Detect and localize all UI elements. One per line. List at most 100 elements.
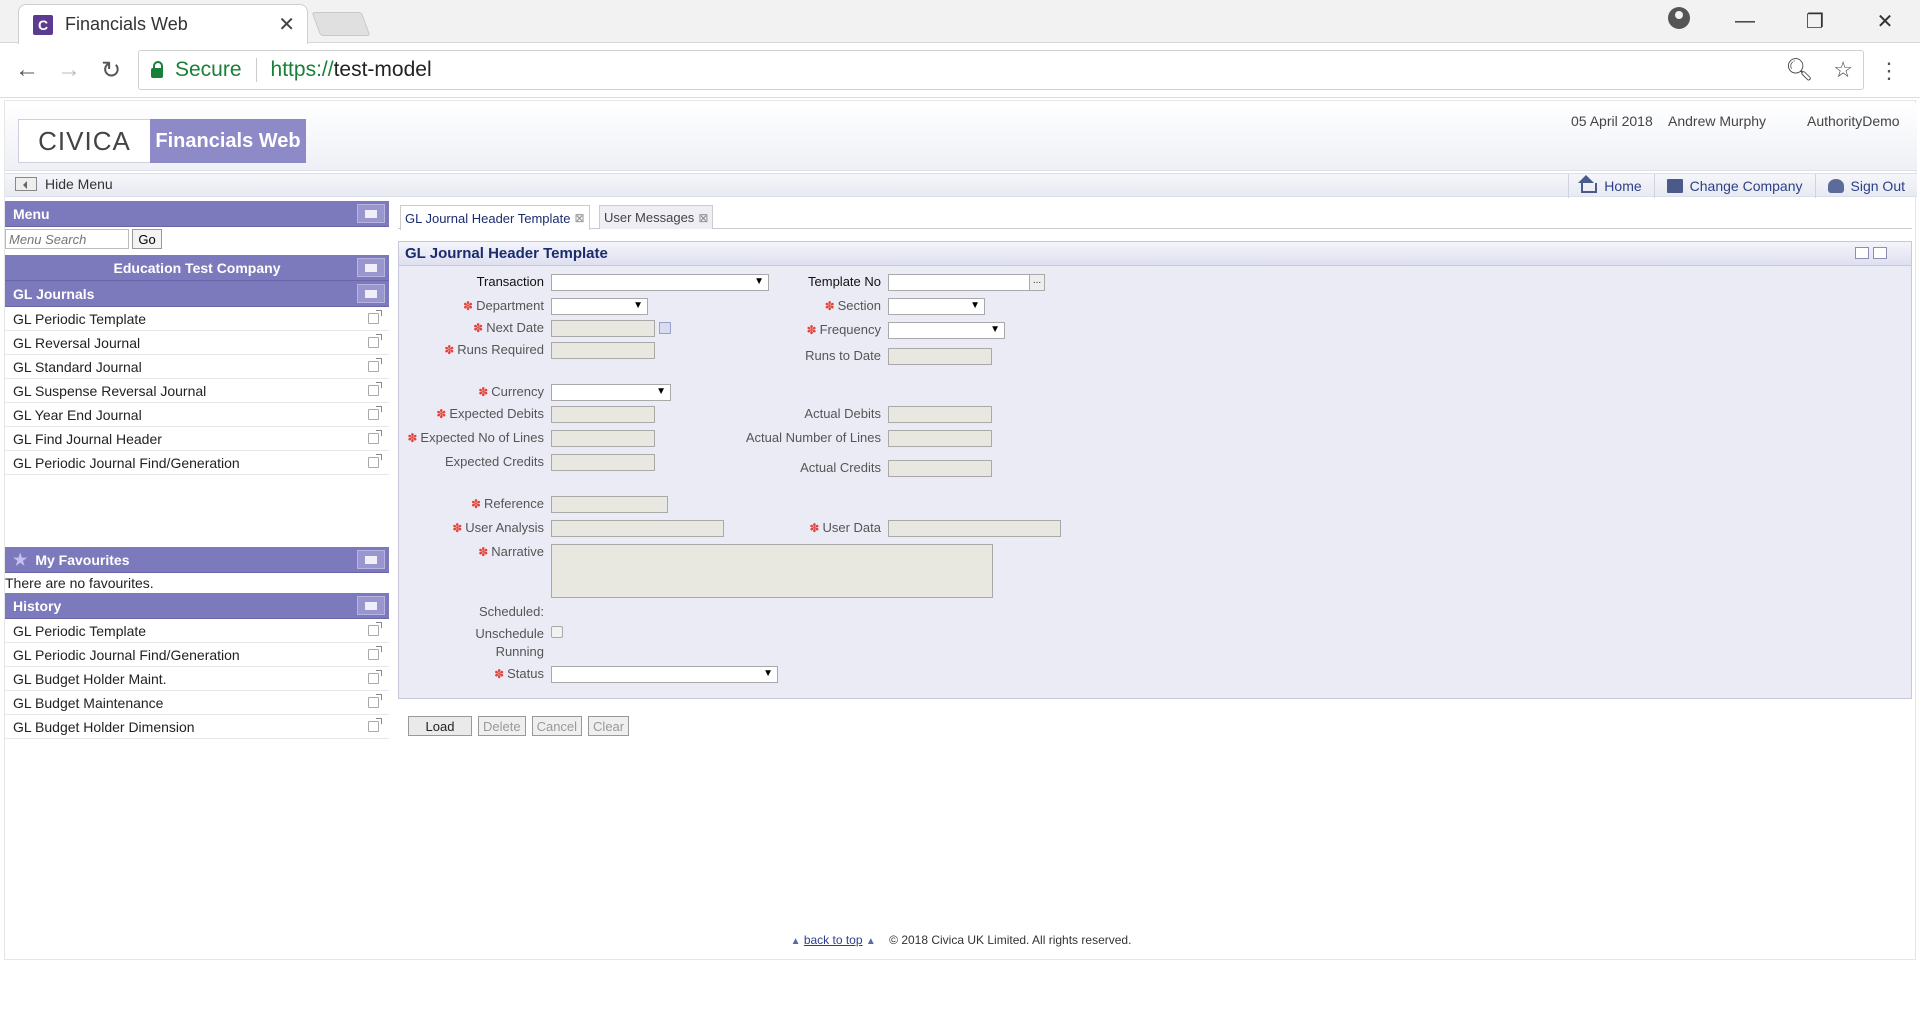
zoom-icon[interactable]: 🔍︎	[1785, 57, 1813, 83]
narrative-label-text: Narrative	[491, 544, 544, 559]
sidebar: Menu Go Education Test Company GL Journa…	[5, 201, 389, 739]
open-new-icon[interactable]	[368, 622, 382, 636]
list-item[interactable]: GL Periodic Journal Find/Generation	[5, 451, 389, 475]
tab-close-icon[interactable]: ⊠	[574, 211, 584, 225]
browser-tab[interactable]: C Financials Web ✕	[18, 4, 308, 44]
form-title: GL Journal Header Template	[399, 242, 1911, 266]
reference-input[interactable]	[551, 496, 668, 513]
open-new-icon[interactable]	[368, 694, 382, 708]
open-new-icon[interactable]	[368, 718, 382, 732]
new-tab-button[interactable]	[311, 12, 371, 36]
clear-button[interactable]: Clear	[588, 716, 630, 736]
hide-menu-button[interactable]: Hide Menu	[15, 176, 113, 192]
unschedule-checkbox[interactable]	[551, 626, 563, 638]
open-new-icon[interactable]	[368, 382, 382, 396]
open-new-icon[interactable]	[368, 646, 382, 660]
department-select[interactable]	[551, 298, 648, 315]
list-item[interactable]: GL Periodic Template	[5, 307, 389, 331]
close-window-icon[interactable]: ✕	[1850, 9, 1920, 34]
up-arrow-icon: ▲	[865, 936, 876, 947]
required-icon: ✽	[478, 545, 489, 559]
menu-search-input[interactable]	[5, 229, 129, 249]
tab-close-icon[interactable]: ✕	[278, 12, 295, 37]
tab-user-messages[interactable]: User Messages ⊠	[599, 205, 714, 229]
list-item[interactable]: GL Year End Journal	[5, 403, 389, 427]
close-form-icon[interactable]	[1873, 247, 1887, 259]
maximize-icon[interactable]	[1855, 247, 1869, 259]
back-to-top-link[interactable]: back to top	[804, 933, 863, 947]
home-link[interactable]: Home	[1568, 174, 1653, 198]
favourites-toggle-icon[interactable]	[357, 550, 385, 569]
expected-debits-input[interactable]	[551, 406, 655, 423]
tab-close-icon[interactable]: ⊠	[698, 211, 708, 225]
list-item[interactable]: GL Standard Journal	[5, 355, 389, 379]
company-name: Education Test Company	[113, 259, 281, 276]
menu-search-go-button[interactable]: Go	[132, 229, 162, 249]
currency-select[interactable]	[551, 384, 671, 401]
runs-to-date-label: Runs to Date	[805, 348, 881, 363]
status-select[interactable]	[551, 666, 778, 683]
narrative-textarea[interactable]	[551, 544, 993, 598]
open-new-icon[interactable]	[368, 430, 382, 444]
calendar-icon[interactable]	[659, 322, 671, 334]
history-item[interactable]: GL Budget Maintenance	[5, 691, 389, 715]
narrative-label: ✽ Narrative	[399, 544, 544, 559]
expected-lines-input[interactable]	[551, 430, 655, 447]
browser-menu-icon[interactable]: ⋮	[1878, 58, 1900, 84]
back-icon[interactable]: ←	[12, 56, 42, 84]
menu-list-spacer	[5, 475, 389, 547]
list-item-label: GL Standard Journal	[13, 358, 142, 375]
reload-icon[interactable]: ↻	[96, 56, 126, 85]
history-toggle-icon[interactable]	[357, 596, 385, 615]
frequency-label: ✽ Frequency	[779, 322, 881, 337]
company-panel-toggle-icon[interactable]	[357, 258, 385, 277]
section-up-icon[interactable]	[357, 284, 385, 303]
user-data-input[interactable]	[888, 520, 1061, 537]
required-icon: ✽	[463, 299, 474, 313]
template-lookup-button[interactable]: ...	[1029, 274, 1045, 291]
open-new-icon[interactable]	[368, 454, 382, 468]
next-date-input[interactable]	[551, 320, 655, 337]
tab-gl-journal-header-template[interactable]: GL Journal Header Template ⊠	[400, 205, 590, 230]
delete-button[interactable]: Delete	[478, 716, 526, 736]
history-list: GL Periodic Template GL Periodic Journal…	[5, 619, 389, 739]
forward-icon[interactable]: →	[54, 56, 84, 84]
required-icon: ✽	[824, 299, 835, 313]
restore-icon[interactable]: ❐	[1780, 9, 1850, 34]
open-new-icon[interactable]	[368, 334, 382, 348]
template-no-label: Template No	[808, 274, 881, 289]
list-item[interactable]: GL Find Journal Header	[5, 427, 389, 451]
history-item[interactable]: GL Budget Holder Maint.	[5, 667, 389, 691]
transaction-select[interactable]	[551, 274, 769, 291]
transaction-label: Transaction	[476, 274, 544, 289]
history-item[interactable]: GL Periodic Journal Find/Generation	[5, 643, 389, 667]
change-company-link[interactable]: Change Company	[1653, 174, 1815, 198]
user-analysis-input[interactable]	[551, 520, 724, 537]
minimize-icon[interactable]: —	[1710, 10, 1780, 33]
history-item[interactable]: GL Periodic Template	[5, 619, 389, 643]
panel-toggle-icon[interactable]	[357, 204, 385, 223]
load-button[interactable]: Load	[408, 716, 472, 736]
open-new-icon[interactable]	[368, 310, 382, 324]
civica-favicon-icon: C	[33, 14, 53, 35]
company-icon	[1666, 179, 1683, 193]
bookmark-star-icon[interactable]: ☆	[1833, 57, 1853, 83]
frequency-select[interactable]	[888, 322, 1005, 339]
expected-credits-input[interactable]	[551, 454, 655, 471]
address-bar[interactable]: Secure https:// test-model 🔍︎ ☆	[138, 50, 1864, 90]
open-new-icon[interactable]	[368, 670, 382, 684]
sign-out-link[interactable]: Sign Out	[1814, 174, 1917, 198]
profile-icon[interactable]	[1668, 7, 1690, 29]
open-new-icon[interactable]	[368, 406, 382, 420]
header-authority: AuthorityDemo	[1807, 113, 1900, 129]
sign-out-label: Sign Out	[1850, 178, 1905, 194]
template-no-input[interactable]	[888, 274, 1030, 291]
history-item-label: GL Budget Maintenance	[13, 694, 164, 711]
list-item[interactable]: GL Reversal Journal	[5, 331, 389, 355]
runs-required-input[interactable]	[551, 342, 655, 359]
cancel-button[interactable]: Cancel	[531, 716, 583, 736]
section-select[interactable]	[888, 298, 985, 315]
history-item[interactable]: GL Budget Holder Dimension	[5, 715, 389, 739]
list-item[interactable]: GL Suspense Reversal Journal	[5, 379, 389, 403]
open-new-icon[interactable]	[368, 358, 382, 372]
